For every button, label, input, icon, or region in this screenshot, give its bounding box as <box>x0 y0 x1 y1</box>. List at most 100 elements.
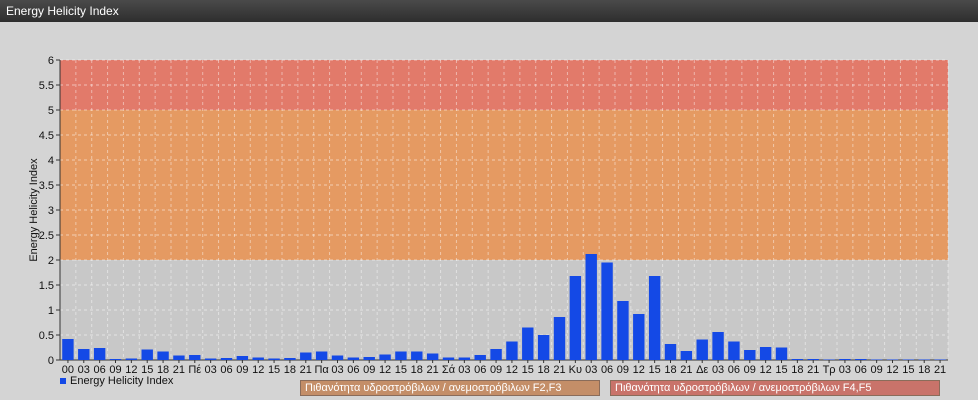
bar <box>300 352 312 360</box>
legend-swatch <box>60 378 66 384</box>
x-tick-label: 12 <box>379 364 391 376</box>
bar <box>522 327 534 360</box>
y-tick-label: 3 <box>48 205 54 217</box>
bar <box>157 351 169 360</box>
x-tick-label: 18 <box>284 364 296 376</box>
y-tick-label: 4 <box>48 155 54 167</box>
x-tick-label: 18 <box>411 364 423 376</box>
x-tick-label: 09 <box>871 364 883 376</box>
bar <box>918 359 930 360</box>
y-tick-label: 6 <box>48 55 54 67</box>
x-tick-label: 12 <box>633 364 645 376</box>
x-tick-label: 09 <box>744 364 756 376</box>
x-tick-label: 21 <box>173 364 185 376</box>
bar <box>204 358 217 360</box>
x-tick-label: 18 <box>918 364 930 376</box>
x-tick-label: Κυ <box>569 364 582 376</box>
band-label-f4-f5: Πιθανότητα υδροστρόβιλων / ανεμοστρόβιλω… <box>610 380 940 396</box>
bar <box>78 349 90 360</box>
x-tick-label: 12 <box>760 364 772 376</box>
x-tick-label: 15 <box>395 364 407 376</box>
x-tick-label: 21 <box>427 364 439 376</box>
x-tick-label: 15 <box>775 364 787 376</box>
bar <box>902 359 915 360</box>
chart-window: Energy Helicity Index 0 0.5 1 1.5 2 2.5 3 3.5 4 4… <box>0 0 978 400</box>
bar <box>759 347 772 360</box>
energy-helicity-chart: 0 0.5 1 1.5 2 2.5 3 3.5 4 4.5 5 5.5 6 Energy Helicity… <box>28 55 949 376</box>
bar <box>363 357 375 360</box>
bar <box>712 332 724 360</box>
bar <box>807 359 819 360</box>
legend: Energy Helicity Index <box>60 375 173 387</box>
bar <box>728 341 740 360</box>
x-tick-label: 06 <box>347 364 359 376</box>
bar <box>553 317 566 360</box>
bar <box>93 348 106 360</box>
x-tick-label: 12 <box>506 364 518 376</box>
bar <box>680 351 693 360</box>
bar <box>585 254 597 360</box>
bar <box>125 358 138 360</box>
x-tick-label: 06 <box>601 364 613 376</box>
x-tick-label: 15 <box>268 364 280 376</box>
bar <box>886 359 899 360</box>
bar <box>284 358 296 360</box>
x-tick-label: Τρ <box>823 364 836 376</box>
title-bar: Energy Helicity Index <box>0 0 978 22</box>
bar <box>109 359 122 360</box>
bar <box>569 276 582 360</box>
bar <box>490 349 502 360</box>
legend-label: Energy Helicity Index <box>70 375 174 387</box>
bar <box>775 347 788 360</box>
bar <box>426 353 439 360</box>
x-tick-label: Δε <box>696 364 708 376</box>
y-tick-label: 1 <box>48 305 54 317</box>
bar <box>648 276 661 360</box>
y-axis-label: Energy Helicity Index <box>28 158 40 262</box>
bar <box>537 335 550 360</box>
band-label-f2-f3: Πιθανότητα υδροστρόβιλων / ανεμοστρόβιλω… <box>300 380 600 396</box>
x-tick-label: Πα <box>314 364 329 376</box>
x-tick-label: 15 <box>649 364 661 376</box>
x-tick-label: 18 <box>538 364 550 376</box>
x-tick-label: 09 <box>490 364 502 376</box>
x-tick-label: 21 <box>300 364 312 376</box>
x-tick-label: 12 <box>252 364 264 376</box>
x-tick-label: 18 <box>664 364 676 376</box>
bar <box>379 354 391 360</box>
x-tick-label: 03 <box>839 364 851 376</box>
y-tick-label: 1.5 <box>39 280 54 292</box>
x-tick-label: 09 <box>363 364 375 376</box>
y-tick-label: 5.5 <box>39 80 54 92</box>
x-tick-label: 18 <box>791 364 803 376</box>
bar <box>474 355 486 360</box>
bar <box>791 359 804 360</box>
bar <box>839 359 851 360</box>
bar <box>395 351 407 360</box>
y-tick-label: 0.5 <box>39 330 54 342</box>
x-tick-label: 03 <box>331 364 343 376</box>
bar <box>617 301 629 360</box>
y-tick-label: 2 <box>48 255 54 267</box>
x-tick-label: 03 <box>585 364 597 376</box>
bar <box>823 359 835 360</box>
bar <box>633 314 645 360</box>
bar <box>458 357 471 360</box>
bar <box>506 341 518 360</box>
x-tick-label: 15 <box>902 364 914 376</box>
bar <box>664 344 677 360</box>
x-tick-label: 03 <box>205 364 217 376</box>
bar <box>141 349 153 360</box>
x-tick-label: Πέ <box>188 364 201 376</box>
x-tick-label: 12 <box>886 364 898 376</box>
bar <box>347 357 360 360</box>
bar <box>442 357 455 360</box>
x-tick-label: 06 <box>474 364 486 376</box>
bar <box>744 350 756 360</box>
bar <box>315 351 328 360</box>
x-tick-label: 03 <box>712 364 724 376</box>
bar <box>220 358 233 360</box>
window-title: Energy Helicity Index <box>6 4 119 18</box>
x-tick-label: 09 <box>236 364 248 376</box>
bar <box>236 356 249 360</box>
